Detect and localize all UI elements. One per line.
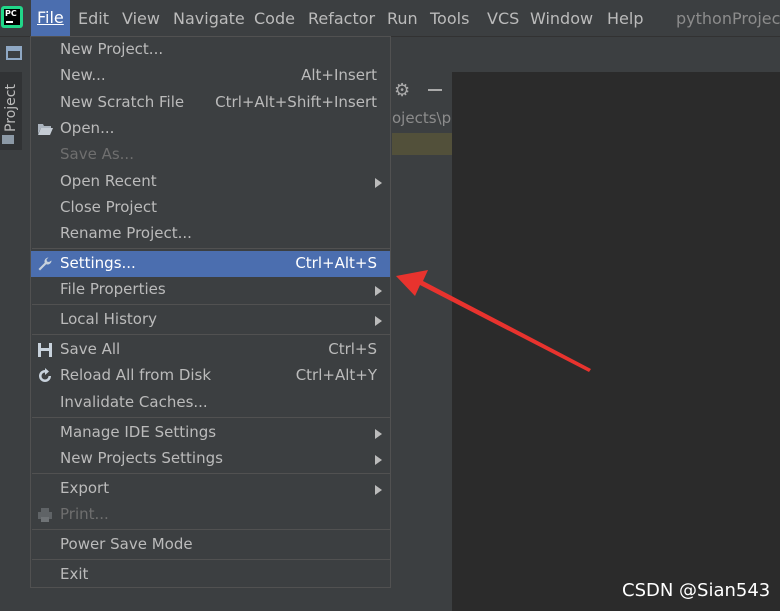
menu-run[interactable]: Run [387,9,418,28]
menu-separator [32,559,391,560]
project-title: pythonProject [676,9,780,28]
pycharm-logo-icon: PC [1,6,23,28]
menu-item-open[interactable]: Open... [31,116,390,142]
menu-item-settings[interactable]: Settings... Ctrl+Alt+S [31,251,390,277]
menu-item-save-as: Save As... [60,145,134,163]
project-tool-tab[interactable]: Project [0,72,22,150]
menu-edit[interactable]: Edit [78,9,109,28]
logo-text: PC [5,9,17,18]
menu-item-print: Print... [31,502,390,528]
editor-area[interactable] [452,72,780,611]
menu-separator [32,334,391,335]
wrench-icon [38,257,52,271]
print-icon [38,508,52,522]
menu-navigate[interactable]: Navigate [173,9,245,28]
menu-tools[interactable]: Tools [430,9,469,28]
menu-vcs[interactable]: VCS [487,9,519,28]
menu-separator [32,417,391,418]
menu-item-exit[interactable]: Exit [31,562,390,588]
selected-tree-row[interactable] [392,133,452,155]
save-icon [38,343,52,357]
submenu-arrow-icon [375,455,382,465]
reload-icon [39,368,51,382]
menu-separator [32,304,391,305]
menu-separator [32,473,391,474]
folder-open-icon [38,124,53,135]
menu-item-export[interactable]: Export [31,476,390,502]
menu-item-power-save-mode[interactable]: Power Save Mode [31,532,390,558]
folder-icon [2,135,14,144]
menu-separator [32,529,391,530]
project-path: ojects\p [392,109,452,127]
gear-icon[interactable]: ⚙ [394,80,410,101]
menu-item-reload-all[interactable]: Reload All from Disk Ctrl+Alt+Y [31,363,390,389]
menu-view[interactable]: View [122,9,160,28]
submenu-arrow-icon [375,316,382,326]
file-menu-dropdown: New Project... New... Alt+Insert New Scr… [30,36,391,588]
menu-item-close-project[interactable]: Close Project [31,195,390,221]
window-icon[interactable] [6,46,22,60]
menu-item-invalidate-caches[interactable]: Invalidate Caches... [31,390,390,416]
menu-window[interactable]: Window [530,9,593,28]
menu-item-save-all[interactable]: Save All Ctrl+S [31,337,390,363]
menu-file[interactable]: File [31,0,70,36]
menu-item-file-properties[interactable]: File Properties [31,277,390,303]
watermark: CSDN @Sian543 [622,580,771,601]
menu-help[interactable]: Help [607,9,643,28]
menu-item-new-projects-settings[interactable]: New Projects Settings [31,446,390,472]
menu-bar: PC File Edit View Navigate Code Refactor… [0,0,780,36]
submenu-arrow-icon [375,178,382,188]
menu-item-new-scratch-file[interactable]: New Scratch File Ctrl+Alt+Shift+Insert [31,90,390,116]
menu-item-new-project[interactable]: New Project... [31,37,390,63]
submenu-arrow-icon [375,485,382,495]
menu-item-new[interactable]: New... Alt+Insert [31,63,390,89]
minimize-icon[interactable] [428,89,442,91]
submenu-arrow-icon [375,429,382,439]
menu-code[interactable]: Code [254,9,295,28]
menu-item-manage-ide-settings[interactable]: Manage IDE Settings [31,420,390,446]
submenu-arrow-icon [375,286,382,296]
menu-item-open-recent[interactable]: Open Recent [31,169,390,195]
menu-separator [32,248,391,249]
left-tool-strip: Project [0,72,23,611]
project-tab-label: Project [3,84,19,132]
menu-refactor[interactable]: Refactor [308,9,375,28]
menu-item-rename-project[interactable]: Rename Project... [31,221,390,247]
menu-item-local-history[interactable]: Local History [31,307,390,333]
